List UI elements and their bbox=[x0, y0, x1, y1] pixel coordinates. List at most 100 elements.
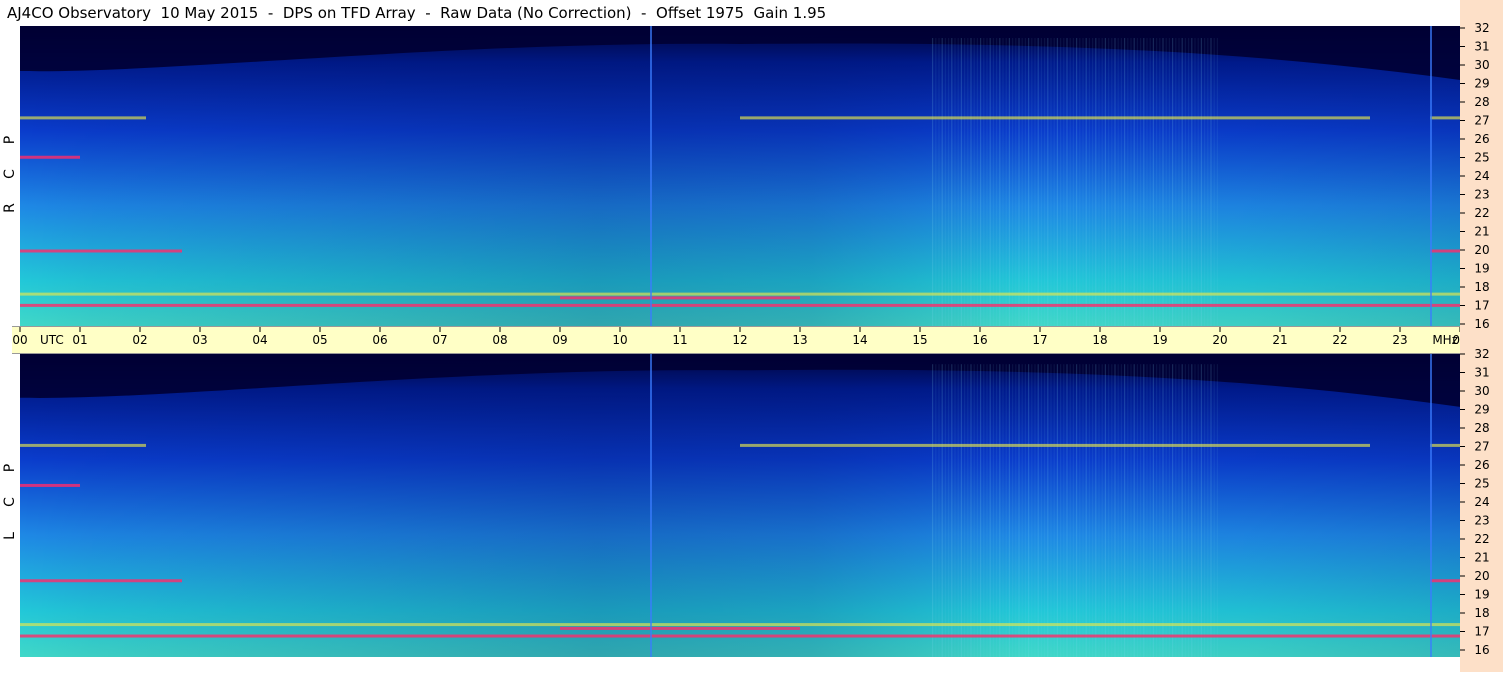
lcp-streak bbox=[1002, 364, 1004, 657]
freq-tick-label: 22 bbox=[1474, 532, 1489, 546]
rcp-streak bbox=[1120, 38, 1122, 326]
rcp-label-letter: P bbox=[1, 135, 18, 145]
rcp-band bbox=[20, 155, 80, 159]
freq-tick-label: 23 bbox=[1474, 188, 1489, 202]
freq-tick-label: 16 bbox=[1474, 643, 1489, 657]
lcp-streak bbox=[1114, 364, 1116, 657]
time-tick-label: 14 bbox=[852, 333, 867, 347]
freq-tick-label: 29 bbox=[1474, 403, 1489, 417]
rcp-streak bbox=[1021, 38, 1023, 326]
lcp-streak bbox=[1069, 364, 1071, 657]
lcp-band bbox=[20, 443, 146, 447]
rcp-band bbox=[1430, 116, 1460, 120]
rcp-streak bbox=[1175, 38, 1177, 326]
lcp-streak bbox=[935, 364, 937, 657]
lcp-streak bbox=[1047, 364, 1049, 657]
rcp-streak bbox=[1018, 38, 1020, 326]
time-tick-label: 08 bbox=[492, 333, 507, 347]
lcp-streak bbox=[1018, 364, 1020, 657]
lcp-streak bbox=[1008, 364, 1010, 657]
rcp-streak bbox=[1108, 38, 1110, 326]
lcp-streak bbox=[1117, 364, 1119, 657]
rcp-streak bbox=[1072, 38, 1074, 326]
time-axis: 00 01 02 03 04 05 06 07 08 09 10 11 12 13 14 15 16 17 18 19… bbox=[12, 326, 1468, 354]
rcp-streak bbox=[1040, 38, 1042, 326]
rcp-streak bbox=[1002, 38, 1004, 326]
freq-tick-label: 30 bbox=[1474, 384, 1489, 398]
rcp-streak bbox=[1056, 38, 1058, 326]
rcp-streak bbox=[1085, 38, 1087, 326]
rcp-streak bbox=[1060, 38, 1062, 326]
freq-tick-label: 32 bbox=[1474, 21, 1489, 35]
lcp-streak bbox=[1191, 364, 1193, 657]
lcp-band bbox=[20, 579, 182, 583]
rcp-streak bbox=[948, 38, 950, 326]
rcp-streak bbox=[1015, 38, 1017, 326]
rcp-streak bbox=[1127, 38, 1129, 326]
lcp-streak bbox=[948, 364, 950, 657]
time-tick-label: 02 bbox=[132, 333, 147, 347]
lcp-shading bbox=[20, 352, 1460, 657]
lcp-streak bbox=[938, 364, 940, 657]
freq-tick-label: 24 bbox=[1474, 495, 1489, 509]
lcp-label-letter: L bbox=[2, 532, 18, 540]
lcp-streak bbox=[1120, 364, 1122, 657]
rcp-streak bbox=[1047, 38, 1049, 326]
rcp-streak bbox=[1037, 38, 1039, 326]
rcp-streak bbox=[1130, 38, 1132, 326]
lcp-streak bbox=[1165, 364, 1167, 657]
lcp-streak bbox=[976, 364, 978, 657]
lcp-streak bbox=[1063, 364, 1065, 657]
rcp-streak bbox=[1124, 38, 1126, 326]
lcp-band bbox=[20, 634, 1460, 638]
lcp-streak bbox=[1092, 364, 1094, 657]
rcp-streak bbox=[1210, 38, 1212, 326]
lcp-band bbox=[1430, 579, 1460, 583]
lcp-streak bbox=[983, 364, 985, 657]
rcp-streak bbox=[1143, 38, 1145, 326]
lcp-streak bbox=[1216, 364, 1218, 657]
time-tick-label: 10 bbox=[612, 333, 627, 347]
lcp-streak bbox=[1178, 364, 1180, 657]
lcp-streak bbox=[1060, 364, 1062, 657]
lcp-streak bbox=[1181, 364, 1183, 657]
lcp-streak bbox=[1204, 364, 1206, 657]
lcp-streak bbox=[960, 364, 962, 657]
rcp-streak bbox=[1008, 38, 1010, 326]
rcp-streak bbox=[973, 38, 975, 326]
rcp-streak bbox=[1216, 38, 1218, 326]
lcp-interference-line bbox=[650, 352, 652, 657]
time-tick-label: 13 bbox=[792, 333, 807, 347]
rcp-interference-line bbox=[650, 26, 652, 326]
rcp-streak bbox=[992, 38, 994, 326]
rcp-streak bbox=[1028, 38, 1030, 326]
lcp-streak bbox=[1085, 364, 1087, 657]
rcp-streak bbox=[957, 38, 959, 326]
rcp-streak bbox=[1101, 38, 1103, 326]
lcp-streak bbox=[932, 364, 934, 657]
rcp-streak bbox=[932, 38, 934, 326]
lcp-streak bbox=[1072, 364, 1074, 657]
lcp-streak bbox=[1210, 364, 1212, 657]
rcp-streak bbox=[1082, 38, 1084, 326]
lcp-streak bbox=[1088, 364, 1090, 657]
rcp-streak bbox=[1114, 38, 1116, 326]
lcp-streak bbox=[1012, 364, 1014, 657]
rcp-streak bbox=[1031, 38, 1033, 326]
rcp-streak bbox=[1076, 38, 1078, 326]
lcp-streak bbox=[964, 364, 966, 657]
rcp-streak bbox=[1079, 38, 1081, 326]
lcp-streak bbox=[1213, 364, 1215, 657]
rcp-streak bbox=[1149, 38, 1151, 326]
time-unit-label: UTC bbox=[40, 333, 64, 347]
freq-tick-label: 21 bbox=[1474, 551, 1489, 565]
time-tick-label: 09 bbox=[552, 333, 567, 347]
freq-tick-label: 32 bbox=[1474, 347, 1489, 361]
freq-tick-label: 19 bbox=[1474, 262, 1489, 276]
rcp-streak bbox=[1165, 38, 1167, 326]
rcp-band bbox=[1430, 249, 1460, 253]
lcp-streak bbox=[999, 364, 1001, 657]
lcp-band bbox=[20, 483, 80, 487]
lcp-streak bbox=[1098, 364, 1100, 657]
rcp-streak bbox=[1178, 38, 1180, 326]
